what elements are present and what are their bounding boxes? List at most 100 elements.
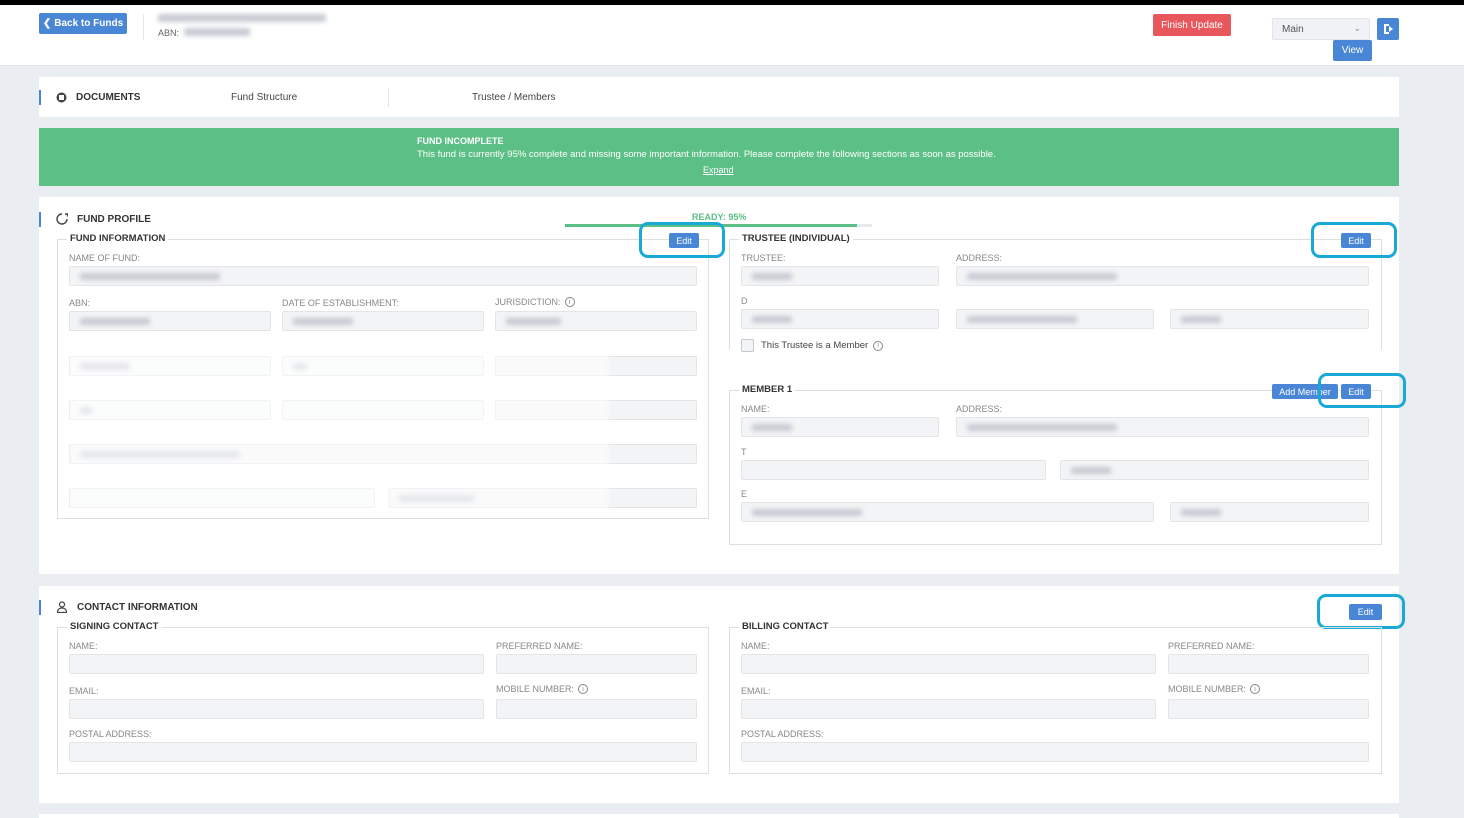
header-divider [143, 14, 144, 40]
abn-value-redacted [184, 28, 250, 36]
trustee-address-field[interactable] [956, 266, 1369, 286]
fund-name-redacted [158, 14, 326, 22]
tab-divider [388, 88, 389, 107]
redacted-value [752, 509, 862, 516]
trustee-panel: TRUSTEE (INDIVIDUAL) TRUSTEE: ADDRESS: D… [729, 233, 1382, 352]
redacted-value [506, 318, 561, 325]
signing-name-label: NAME: [69, 641, 98, 651]
fund-information-legend: FUND INFORMATION [67, 233, 169, 244]
contact-information-title: CONTACT INFORMATION [56, 601, 198, 613]
back-to-funds-button[interactable]: ❮ Back to Funds [39, 13, 127, 34]
signing-name-field[interactable] [69, 654, 484, 674]
redacted-value [1181, 509, 1221, 516]
fund-profile-title: FUND PROFILE [56, 213, 151, 225]
member-name-label: NAME: [741, 404, 770, 414]
trustee-email-field[interactable] [956, 309, 1154, 329]
redacted-value [80, 273, 220, 280]
fund-name-field[interactable] [69, 266, 697, 286]
info-icon[interactable]: i [873, 340, 884, 351]
trustee-is-member-checkbox[interactable] [741, 339, 754, 352]
contact-edit-button[interactable]: Edit [1349, 604, 1382, 620]
trustee-label: TRUSTEE: [741, 253, 786, 263]
billing-email-label: EMAIL: [741, 686, 771, 696]
chevron-left-icon: ❮ [42, 18, 52, 29]
section-tabs: DOCUMENTS Fund Structure Trustee / Membe… [39, 77, 1399, 117]
finish-update-button[interactable]: Finish Update [1153, 14, 1231, 36]
redacted-value [1071, 467, 1111, 474]
fund-profile-card: FUND PROFILE READY: 95% FUND INFORMATION… [39, 197, 1406, 574]
member-tfn-field[interactable] [741, 460, 1046, 480]
trustee-address-label: ADDRESS: [956, 253, 1003, 263]
tab-accent-bar [39, 90, 41, 105]
redacted-value [752, 273, 792, 280]
billing-mobile-label: MOBILE NUMBER: i [1168, 684, 1261, 694]
member-name-field[interactable] [741, 417, 939, 437]
billing-preferred-field[interactable] [1168, 654, 1369, 674]
date-of-establishment-field[interactable] [282, 311, 484, 331]
billing-name-label: NAME: [741, 641, 770, 651]
view-select[interactable]: Main ⌄ [1272, 18, 1370, 40]
redaction-overlay [69, 340, 609, 510]
fund-incomplete-banner: FUND INCOMPLETE This fund is currently 9… [39, 128, 1399, 186]
redacted-value [293, 318, 353, 325]
progress-bar-fill [565, 224, 857, 227]
app-header: ❮ Back to Funds ABN: Finish Update Main … [0, 5, 1464, 66]
banner-title: FUND INCOMPLETE [417, 136, 504, 146]
view-button[interactable]: View [1333, 40, 1372, 61]
billing-contact-panel: BILLING CONTACT NAME: PREFERRED NAME: EM… [729, 621, 1382, 774]
redacted-value [752, 424, 792, 431]
refresh-icon [56, 213, 68, 225]
member-dob-field[interactable] [1060, 460, 1369, 480]
member-1-panel: MEMBER 1 NAME: ADDRESS: T E [729, 384, 1382, 545]
tab-documents[interactable]: DOCUMENTS [56, 92, 140, 103]
signing-mobile-label: MOBILE NUMBER: i [496, 684, 589, 694]
progress-bar [565, 224, 872, 227]
trustee-name-field[interactable] [741, 266, 939, 286]
trustee-edit-button[interactable]: Edit [1341, 233, 1371, 248]
billing-postal-field[interactable] [741, 742, 1369, 762]
jurisdiction-field[interactable] [495, 311, 697, 331]
redacted-value [80, 318, 150, 325]
fund-name-label: NAME OF FUND: [69, 253, 140, 263]
date-of-establishment-label: DATE OF ESTABLISHMENT: [282, 298, 399, 308]
trustee-is-member-label: This Trustee is a Member i [761, 340, 884, 351]
section-accent-bar [39, 600, 41, 615]
info-icon[interactable]: i [578, 684, 589, 694]
fund-info-edit-button[interactable]: Edit [669, 233, 699, 248]
tab-trustee-members[interactable]: Trustee / Members [472, 92, 556, 103]
signing-email-field[interactable] [69, 699, 484, 719]
jurisdiction-label: JURISDICTION: i [495, 297, 575, 307]
documents-icon [56, 92, 67, 103]
billing-mobile-field[interactable] [1168, 699, 1369, 719]
next-section-card [39, 814, 1399, 818]
billing-contact-legend: BILLING CONTACT [739, 621, 832, 632]
trustee-dob-field[interactable] [741, 309, 939, 329]
redacted-value [752, 316, 792, 323]
signing-mobile-field[interactable] [496, 699, 697, 719]
billing-postal-label: POSTAL ADDRESS: [741, 729, 824, 739]
member-edit-button[interactable]: Edit [1341, 384, 1371, 399]
member-1-legend: MEMBER 1 [739, 384, 796, 395]
signing-postal-field[interactable] [69, 742, 697, 762]
billing-email-field[interactable] [741, 699, 1156, 719]
member-phone-field[interactable] [1170, 502, 1369, 522]
add-member-button[interactable]: Add Member [1272, 384, 1338, 399]
signing-contact-legend: SIGNING CONTACT [67, 621, 162, 632]
member-address-field[interactable] [956, 417, 1369, 437]
logout-icon[interactable] [1377, 18, 1399, 40]
banner-expand-link[interactable]: Expand [703, 165, 734, 175]
member-email-field[interactable] [741, 502, 1154, 522]
billing-name-field[interactable] [741, 654, 1156, 674]
user-icon [56, 601, 68, 613]
redacted-value [967, 424, 1117, 431]
abn-field[interactable] [69, 311, 271, 331]
info-icon[interactable]: i [564, 297, 575, 307]
abn-field-label: ABN: [69, 298, 91, 308]
member-address-label: ADDRESS: [956, 404, 1003, 414]
info-icon[interactable]: i [1250, 684, 1261, 694]
redacted-value [967, 316, 1077, 323]
signing-preferred-label: PREFERRED NAME: [496, 641, 583, 651]
trustee-phone-field[interactable] [1170, 309, 1369, 329]
tab-fund-structure[interactable]: Fund Structure [231, 92, 297, 103]
signing-preferred-field[interactable] [496, 654, 697, 674]
